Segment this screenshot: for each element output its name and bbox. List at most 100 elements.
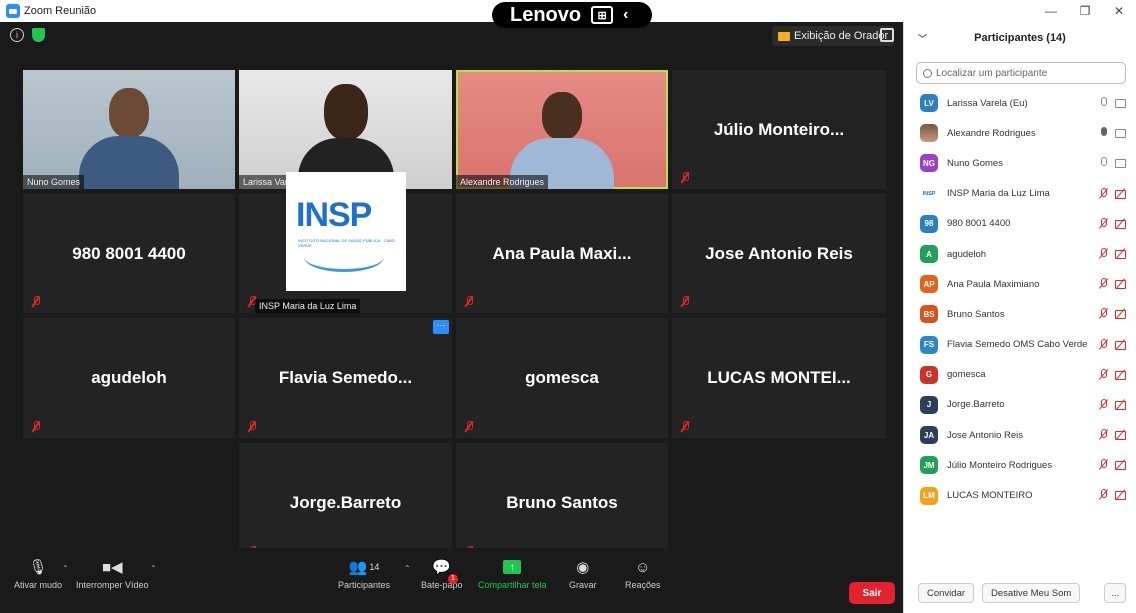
zoom-app-icon (6, 4, 20, 18)
microphone-icon[interactable] (1098, 157, 1109, 168)
mic-muted-icon[interactable] (1098, 187, 1109, 199)
microphone-icon[interactable] (1098, 127, 1109, 138)
record-button[interactable]: ◉ Gravar (569, 554, 597, 590)
camera-off-icon[interactable] (1115, 459, 1126, 471)
camera-off-icon[interactable] (1115, 248, 1126, 259)
camera-off-icon[interactable] (1115, 308, 1126, 320)
name-tile-jose-antonio-reis[interactable]: Jose Antonio Reis (672, 194, 886, 313)
participant-row[interactable]: Alexandre Rodrigues (904, 118, 1136, 148)
participant-name: Flavia Semedo... (278, 368, 413, 387)
participant-name: LUCAS MONTEIRO (947, 490, 1033, 502)
audio-options-chevron-icon[interactable]: ⌃ (62, 564, 69, 573)
name-tile-gomesca[interactable]: gomesca (456, 318, 668, 438)
name-tile-flavia-semedo[interactable]: Flavia Semedo... (239, 318, 452, 438)
tile-more-options-button[interactable]: ··· (433, 320, 449, 334)
participant-row[interactable]: BS Bruno Santos (904, 299, 1136, 329)
participant-row[interactable]: JM Júlio Monteiro Rodrigues (904, 450, 1136, 480)
camera-icon[interactable] (1115, 127, 1126, 139)
camera-off-icon[interactable] (1115, 218, 1126, 229)
video-tile-nuno-gomes[interactable]: Nuno Gomes (23, 70, 235, 189)
participant-row[interactable]: NG Nuno Gomes (904, 148, 1136, 178)
info-icon[interactable]: i (10, 28, 24, 42)
participant-row[interactable]: INSP INSP Maria da Luz Lima (904, 179, 1136, 209)
name-tile-980-8001-4400[interactable]: 980 8001 4400 (23, 194, 235, 313)
mic-muted-icon[interactable] (1098, 278, 1109, 289)
name-tile-agudeloh[interactable]: agudeloh (23, 318, 235, 438)
invite-button[interactable]: Convidar (918, 583, 975, 603)
participants-icon: 👥 14 (348, 559, 380, 576)
camera-off-icon[interactable] (1115, 489, 1126, 501)
video-tile-alexandre-rodrigues[interactable]: Alexandre Rodrigues (456, 70, 668, 189)
mute-button[interactable]: 🎙 ⌃ Ativar mudo (14, 554, 69, 590)
participants-button[interactable]: 👥 14 ⌃ Participantes (338, 554, 411, 590)
participant-label: INSP Maria da Luz Lima (255, 299, 361, 313)
panel-more-button[interactable]: ... (1104, 583, 1127, 603)
lenovo-brand: Lenovo (510, 3, 582, 26)
name-tile-bruno-santos[interactable]: Bruno Santos (456, 443, 668, 563)
share-arrow-icon: ↑ (503, 560, 522, 574)
participant-row[interactable]: LM LUCAS MONTEIRO (904, 480, 1136, 510)
camera-off-icon[interactable] (1115, 429, 1126, 441)
participant-avatar: INSP (920, 184, 938, 203)
chat-button[interactable]: 💬 Bate-papo (421, 554, 463, 590)
participant-row[interactable]: Ggomesca (904, 360, 1136, 390)
leave-button[interactable]: Sair (849, 582, 895, 604)
record-label: Gravar (569, 580, 597, 590)
participant-row[interactable]: AP Ana Paula Maximiano (904, 269, 1136, 299)
name-tile-jorge-barreto[interactable]: Jorge.Barreto (239, 443, 452, 563)
participants-count: 14 (369, 562, 380, 572)
mic-muted-icon[interactable] (1098, 217, 1109, 229)
mic-muted-icon[interactable] (1098, 247, 1109, 259)
camera-off-icon[interactable] (1115, 278, 1126, 290)
camera-off-icon[interactable] (1115, 399, 1126, 410)
mic-muted-icon[interactable] (1098, 459, 1109, 470)
participant-row[interactable]: Aagudeloh (904, 239, 1136, 269)
mic-muted-icon[interactable] (1098, 398, 1109, 410)
mic-muted-icon[interactable] (1098, 429, 1109, 440)
participant-name: 980 8001 4400 (72, 243, 186, 263)
mute-me-button[interactable]: Desative Meu Som (982, 583, 1081, 603)
camera-off-icon[interactable] (1115, 339, 1126, 350)
panel-collapse-chevron-icon[interactable]: ﹀ (918, 32, 927, 45)
restore-button[interactable]: ❐ (1068, 0, 1102, 22)
participant-row[interactable]: LV Larissa Varela (Eu) (904, 88, 1136, 118)
participant-row[interactable]: J Jorge.Barreto (904, 390, 1136, 420)
participant-search-input[interactable]: Localizar um participante (916, 62, 1126, 84)
close-button[interactable]: ✕ (1102, 0, 1136, 22)
reactions-button[interactable]: ☺ Reações (625, 554, 661, 591)
participants-label: Participantes (338, 580, 391, 590)
stop-video-button[interactable]: ■◀ ⌃ Interromper Vídeo (76, 554, 157, 590)
mic-muted-icon[interactable] (1098, 308, 1109, 319)
microphone-icon[interactable] (1098, 97, 1109, 108)
speaker-view-button[interactable]: Exibição de Orador (772, 26, 895, 46)
mic-muted-icon[interactable] (1098, 489, 1109, 500)
camera-icon[interactable] (1115, 97, 1126, 108)
share-screen-button[interactable]: ↑ Compartilhar tela (478, 554, 547, 590)
name-tile-lucas-monteiro[interactable]: LUCAS MONTEI... (672, 318, 886, 438)
participant-name: Larissa Varela (Eu) (947, 97, 1028, 109)
panel-title: Participantes (14) (974, 32, 1066, 44)
camera-off-icon[interactable] (1115, 188, 1126, 199)
participant-status-icons (1098, 338, 1126, 350)
collapse-chevron-icon[interactable]: ‹ (623, 6, 628, 24)
fullscreen-icon[interactable] (880, 28, 894, 42)
participant-name: INSP Maria da Luz Lima (947, 188, 1050, 200)
participants-options-chevron-icon[interactable]: ⌃ (404, 564, 411, 573)
mic-muted-icon[interactable] (1098, 368, 1109, 380)
camera-icon[interactable] (1115, 157, 1126, 169)
encryption-shield-icon[interactable] (32, 28, 45, 42)
participant-avatar: G (920, 365, 938, 384)
lenovo-overlay[interactable]: Lenovo ⊞ ‹ (492, 2, 652, 28)
video-options-chevron-icon[interactable]: ⌃ (150, 564, 157, 573)
minimize-button[interactable]: — (1034, 0, 1068, 22)
participant-row[interactable]: 98 980 8001 4400 (904, 209, 1136, 239)
participant-avatar: J (920, 395, 938, 414)
participant-name: Ana Paula Maxi... (492, 243, 632, 263)
mic-muted-icon[interactable] (1098, 338, 1109, 350)
name-tile-ana-paula[interactable]: Ana Paula Maxi... (456, 194, 668, 313)
name-tile-julio-monteiro[interactable]: Júlio Monteiro... (672, 70, 886, 189)
camera-off-icon[interactable] (1115, 369, 1126, 380)
participant-row[interactable]: FS Flavia Semedo OMS Cabo Verde (904, 330, 1136, 360)
lenovo-toolbox-icon[interactable]: ⊞ (591, 6, 614, 24)
participant-row[interactable]: JA Jose Antonio Reis (904, 420, 1136, 450)
